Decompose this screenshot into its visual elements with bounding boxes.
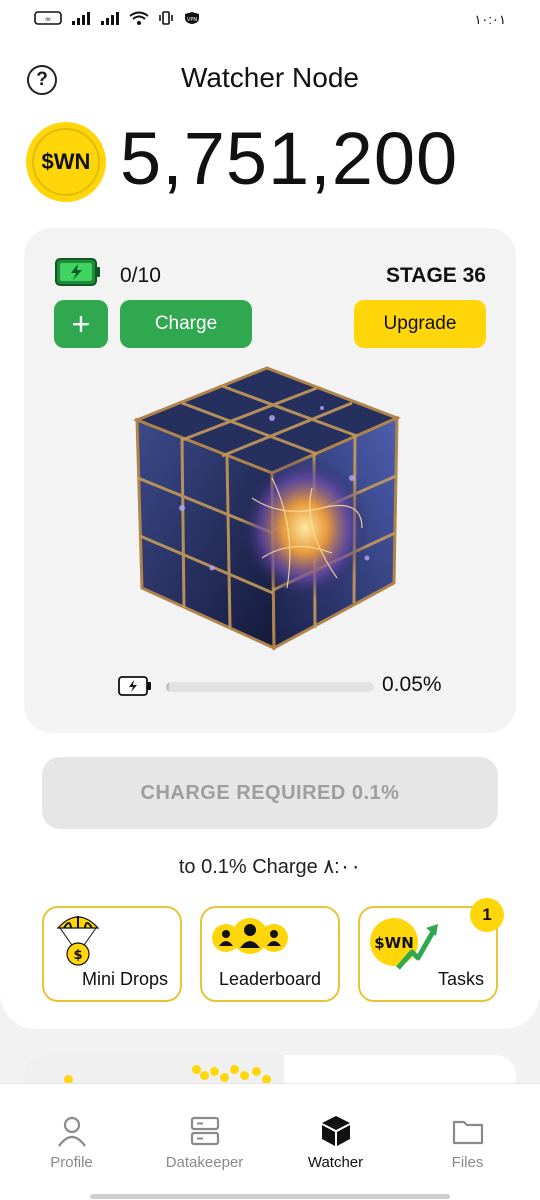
mini-drops-label: Mini Drops [81,969,168,989]
tasks-badge: 1 [470,898,504,932]
nav-files[interactable]: Files [400,1114,535,1171]
charge-required-button[interactable]: CHARGE REQUIRED 0.1% [42,757,498,829]
stage-label: STAGE 36 [386,264,486,287]
parachute-coin-icon: $ [56,916,100,966]
cube-icon [321,1116,350,1146]
nav-watcher[interactable]: Watcher [268,1114,403,1171]
status-icons: ∞ VPN [34,11,201,25]
folder-icon [452,1120,483,1145]
nav-datakeeper[interactable]: Datakeeper [137,1114,272,1171]
nav-profile[interactable]: Profile [4,1114,139,1171]
home-indicator [90,1194,450,1199]
tasks-tile[interactable]: $WN Tasks 1 [358,898,504,1002]
battery-charged-icon [55,258,100,286]
charge-progress-text: 0.05% [382,673,442,696]
leaderboard-tile[interactable]: Leaderboard [200,906,340,1002]
wifi-icon [129,11,149,25]
vibrate-icon [159,11,173,25]
main-panel: ? Watcher Node $WN 5,751,200 0/10 STAGE … [0,44,540,1029]
leaderboard-label: Leaderboard [218,969,322,989]
vpn-icon: VPN [185,12,199,24]
svg-text:VPN: VPN [187,17,197,23]
charges-count: 0/10 [120,264,161,287]
svg-text:∞: ∞ [45,15,52,24]
battery-empty-icon [118,676,151,696]
charge-button[interactable]: Charge [120,300,252,348]
upgrade-button[interactable]: Upgrade [354,300,486,348]
wn-growth-icon: $WN [370,918,438,970]
watcher-cube-image[interactable] [122,358,412,658]
user-icon [57,1116,86,1147]
signal-icon [101,12,119,25]
nav-files-label: Files [451,1154,484,1171]
mini-drops-tile[interactable]: $ Mini Drops [42,906,182,1002]
nav-watcher-label: Watcher [307,1154,364,1171]
page-title: Watcher Node [181,62,359,93]
bottom-nav: Profile Datakeeper Watcher Files [0,1083,540,1200]
tasks-label: Tasks [437,969,484,989]
users-icon [212,918,288,954]
charge-timer-note: to 0.1% Charge ٨:٠٠ [178,856,362,878]
charge-progress-bar [166,682,374,692]
tasks-coin-label: $WN [374,934,414,952]
status-time: ١٠:٠١ [474,12,506,27]
status-bar: ∞ VPN ١٠:٠١ [0,0,540,44]
nav-datakeeper-label: Datakeeper [165,1154,244,1171]
wn-coin-icon: $WN [26,122,106,202]
loop-icon: ∞ [34,11,62,25]
nav-profile-label: Profile [50,1154,93,1171]
node-card: 0/10 STAGE 36 + Charge Upgrade 0.05% [24,228,516,733]
balance-amount: 5,751,200 [120,117,459,200]
add-charge-button[interactable]: + [54,300,108,348]
signal-icon [72,12,90,25]
charge-progress-fill [166,682,170,692]
server-icon [190,1116,219,1146]
svg-text:$: $ [73,948,82,963]
